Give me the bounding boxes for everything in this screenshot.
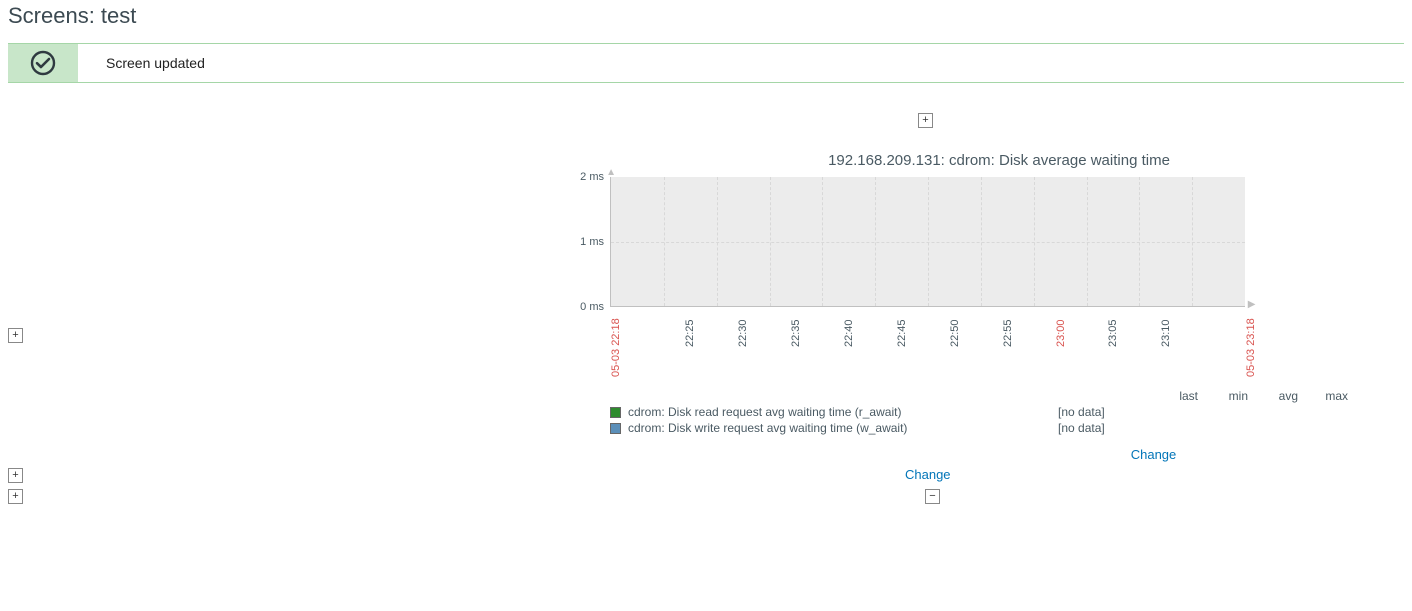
page-title: Screens: test (0, 0, 1412, 43)
x-tick: 22:30 (737, 319, 749, 347)
change-row-link[interactable]: Change (905, 467, 951, 482)
chart-title: 192.168.209.131: cdrom: Disk average wai… (650, 152, 1348, 169)
legend-status: [no data] (1058, 405, 1148, 419)
x-axis: 05-03 22:18 22:25 22:30 22:35 22:40 22:4… (610, 307, 1245, 379)
legend-label: cdrom: Disk read request avg waiting tim… (628, 405, 1058, 419)
x-tick: 23:05 (1107, 319, 1119, 347)
legend-label: cdrom: Disk write request avg waiting ti… (628, 421, 1058, 435)
notice-bar: Screen updated (8, 43, 1404, 83)
x-tick: 22:35 (790, 319, 802, 347)
x-tick: 22:45 (896, 319, 908, 347)
notice-text: Screen updated (78, 55, 205, 71)
x-tick: 22:40 (843, 319, 855, 347)
x-tick: 22:55 (1002, 319, 1014, 347)
y-axis: ▲ 2 ms 1 ms 0 ms (550, 177, 610, 307)
legend-header: last (1148, 389, 1198, 403)
screen-grid: + + 192.168.209.131: cdrom: Disk average… (8, 111, 1404, 504)
add-row-button-2[interactable]: + (8, 489, 23, 504)
chart-legend: last min avg max cdrom: Disk read reques… (610, 389, 1348, 435)
add-cell-top-button[interactable]: + (918, 113, 933, 128)
y-tick: 2 ms (580, 171, 604, 183)
legend-header: avg (1248, 389, 1298, 403)
legend-header: min (1198, 389, 1248, 403)
legend-swatch (610, 407, 621, 418)
change-widget-link[interactable]: Change (1131, 447, 1177, 462)
x-axis-arrow-icon: ▶ (1245, 295, 1255, 310)
x-tick: 22:50 (949, 319, 961, 347)
legend-status: [no data] (1058, 421, 1148, 435)
add-cell-left-button[interactable]: + (8, 328, 23, 343)
chart-plot-area: ▶ (610, 177, 1245, 307)
x-tick: 22:25 (684, 319, 696, 347)
x-tick-end: 05-03 23:18 (1245, 318, 1257, 377)
x-tick: 23:10 (1160, 319, 1172, 347)
y-tick: 1 ms (580, 236, 604, 248)
legend-swatch (610, 423, 621, 434)
remove-cell-button[interactable]: − (925, 489, 940, 504)
chart-widget: 192.168.209.131: cdrom: Disk average wai… (550, 128, 1348, 435)
legend-header: max (1298, 389, 1348, 403)
x-tick: 23:00 (1055, 319, 1067, 347)
y-tick: 0 ms (580, 301, 604, 313)
x-tick-start: 05-03 22:18 (610, 318, 622, 377)
add-row-button[interactable]: + (8, 468, 23, 483)
success-icon (8, 44, 78, 82)
